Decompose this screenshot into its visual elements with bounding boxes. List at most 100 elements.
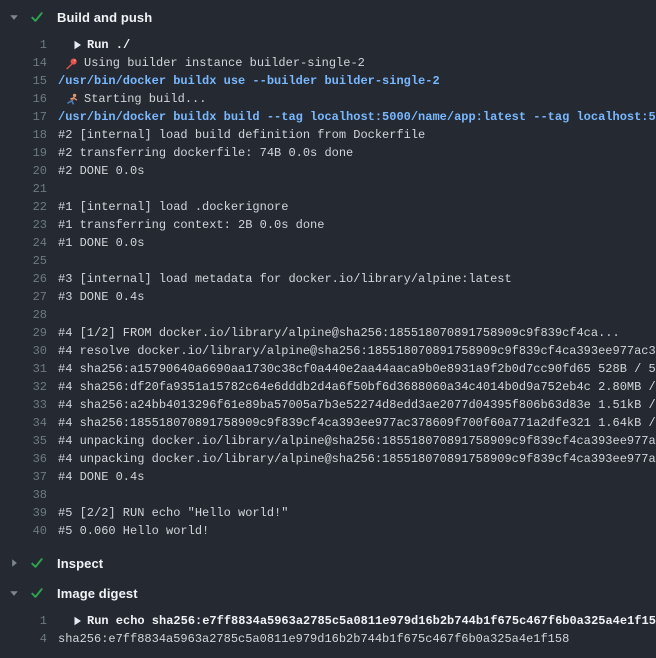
log-line[interactable]: 14 Using builder instance builder-single-… [0,54,656,72]
line-number[interactable]: 21 [0,180,47,198]
line-number[interactable]: 1 [0,612,47,630]
run-arrow-icon[interactable] [73,40,82,50]
line-number[interactable]: 4 [0,630,47,648]
log-line[interactable]: 20 #2 DONE 0.0s [0,162,656,180]
log-line[interactable]: 22 #1 [internal] load .dockerignore [0,198,656,216]
log-line[interactable]: 1Run echo sha256:e7ff8834a5963a2785c5a08… [0,612,656,630]
line-number[interactable]: 39 [0,504,47,522]
log-line-text: #2 transferring dockerfile: 74B 0.0s don… [58,144,353,162]
line-number[interactable]: 14 [0,54,47,72]
log-group-header-inspect[interactable]: Inspect [0,548,656,578]
log-line[interactable]: 18#2 [internal] load build definition fr… [0,126,656,144]
log-group-build-and-push: Build and push 1Run ./14 Using builder ins… [0,2,656,548]
line-number[interactable]: 24 [0,234,47,252]
line-number[interactable]: 32 [0,378,47,396]
line-number[interactable]: 31 [0,360,47,378]
line-number[interactable]: 40 [0,522,47,540]
log-line-text: #4 unpacking docker.io/library/alpine@sh… [58,450,656,468]
log-line-text: Using builder instance builder-single-2 [84,54,365,72]
log-line[interactable]: 4sha256:e7ff8834a5963a2785c5a0811e979d16… [0,630,656,648]
log-line-text: #2 DONE 0.0s [58,162,144,180]
line-number[interactable]: 18 [0,126,47,144]
log-line-content: #2 transferring dockerfile: 74B 0.0s don… [47,144,656,162]
log-line-content: #3 [internal] load metadata for docker.i… [47,270,656,288]
chevron-right-icon[interactable] [9,558,19,568]
log-line[interactable]: 29 #4 [1/2] FROM docker.io/library/alpine… [0,324,656,342]
log-line-content: #4 unpacking docker.io/library/alpine@sh… [47,432,656,450]
line-number[interactable]: 1 [0,36,47,54]
line-number[interactable]: 17 [0,108,47,126]
line-number[interactable]: 15 [0,72,47,90]
log-line-text: #3 [internal] load metadata for docker.i… [58,270,512,288]
log-line-content [47,180,656,198]
group-title: Inspect [57,556,103,571]
log-line[interactable]: 1Run ./ [0,36,656,54]
check-icon [30,586,44,600]
line-number[interactable]: 35 [0,432,47,450]
log-line[interactable]: 23#1 transferring context: 2B 0.0s done [0,216,656,234]
log-line[interactable]: 36 #4 unpacking docker.io/library/alpine@… [0,450,656,468]
log-line-content: #4 sha256:a15790640a6690aa1730c38cf0a440… [47,360,656,378]
log-line[interactable]: 38 [0,486,656,504]
log-line-text: #4 unpacking docker.io/library/alpine@sh… [58,432,656,450]
line-number[interactable]: 25 [0,252,47,270]
log-line[interactable]: 24#1 DONE 0.0s [0,234,656,252]
log-line[interactable]: 31#4 sha256:a15790640a6690aa1730c38cf0a4… [0,360,656,378]
log-line-text: /usr/bin/docker buildx use --builder bui… [58,72,440,90]
log-line[interactable]: 16 Starting build... [0,90,656,108]
pushpin-icon [65,57,78,70]
log-group-header-image-digest[interactable]: Image digest [0,578,656,608]
line-number[interactable]: 26 [0,270,47,288]
log-line[interactable]: 19 #2 transferring dockerfile: 74B 0.0s d… [0,144,656,162]
log-line[interactable]: 35 #4 unpacking docker.io/library/alpine@… [0,432,656,450]
line-number[interactable]: 19 [0,144,47,162]
log-line[interactable]: 30#4 resolve docker.io/library/alpine@sh… [0,342,656,360]
line-number[interactable]: 22 [0,198,47,216]
line-number[interactable]: 28 [0,306,47,324]
line-number[interactable]: 20 [0,162,47,180]
log-line[interactable]: 32#4 sha256:df20fa9351a15782c64e6dddb2d4… [0,378,656,396]
group-title: Image digest [57,586,138,601]
log-line-content [47,252,656,270]
log-line[interactable]: 27 #3 DONE 0.4s [0,288,656,306]
log-line-text: #4 [1/2] FROM docker.io/library/alpine@s… [58,324,620,342]
log-line-content: Run echo sha256:e7ff8834a5963a2785c5a081… [47,612,656,630]
log-group-header-build-and-push[interactable]: Build and push [0,2,656,32]
line-number[interactable]: 38 [0,486,47,504]
log-line-content: #1 DONE 0.0s [47,234,656,252]
log-line-text: #4 sha256:a24bb4013296f61e89ba57005a7b3e… [58,396,656,414]
line-number[interactable]: 16 [0,90,47,108]
log-line[interactable]: 17/usr/bin/docker buildx build --tag loc… [0,108,656,126]
log-line-text: #3 DONE 0.4s [58,288,144,306]
log-line[interactable]: 34#4 sha256:185518070891758909c9f839cf4c… [0,414,656,432]
log-line-text: #1 [internal] load .dockerignore [58,198,288,216]
workflow-log-viewer: Build and push1Run ./14Using builder ins… [0,0,656,656]
log-line-content: #1 transferring context: 2B 0.0s done [47,216,656,234]
line-number[interactable]: 29 [0,324,47,342]
log-line[interactable]: 37#4 DONE 0.4s [0,468,656,486]
log-line-content: #4 sha256:df20fa9351a15782c64e6dddb2d4a6… [47,378,656,396]
log-line[interactable]: 25 [0,252,656,270]
line-number[interactable]: 34 [0,414,47,432]
log-line[interactable]: 28 [0,306,656,324]
line-number[interactable]: 36 [0,450,47,468]
log-line[interactable]: 40#5 0.060 Hello world! [0,522,656,540]
line-number[interactable]: 30 [0,342,47,360]
log-line-text: Starting build... [84,90,206,108]
line-number[interactable]: 37 [0,468,47,486]
log-line[interactable]: 33 #4 sha256:a24bb4013296f61e89ba57005a7b… [0,396,656,414]
log-group-body: 1Run ./14 Using builder instance builder-… [0,32,656,548]
log-line[interactable]: 39#5 [2/2] RUN echo "Hello world!" [0,504,656,522]
runner-icon [65,93,78,106]
log-line[interactable]: 21 [0,180,656,198]
line-number[interactable]: 23 [0,216,47,234]
run-arrow-icon[interactable] [73,616,82,626]
chevron-down-icon[interactable] [9,12,19,22]
chevron-down-icon[interactable] [9,588,19,598]
log-line-content: #2 [internal] load build definition from… [47,126,656,144]
log-line[interactable]: 15/usr/bin/docker buildx use --builder b… [0,72,656,90]
log-line[interactable]: 26 #3 [internal] load metadata for docker… [0,270,656,288]
line-number[interactable]: 27 [0,288,47,306]
log-line-content: #4 sha256:185518070891758909c9f839cf4ca3… [47,414,656,432]
line-number[interactable]: 33 [0,396,47,414]
